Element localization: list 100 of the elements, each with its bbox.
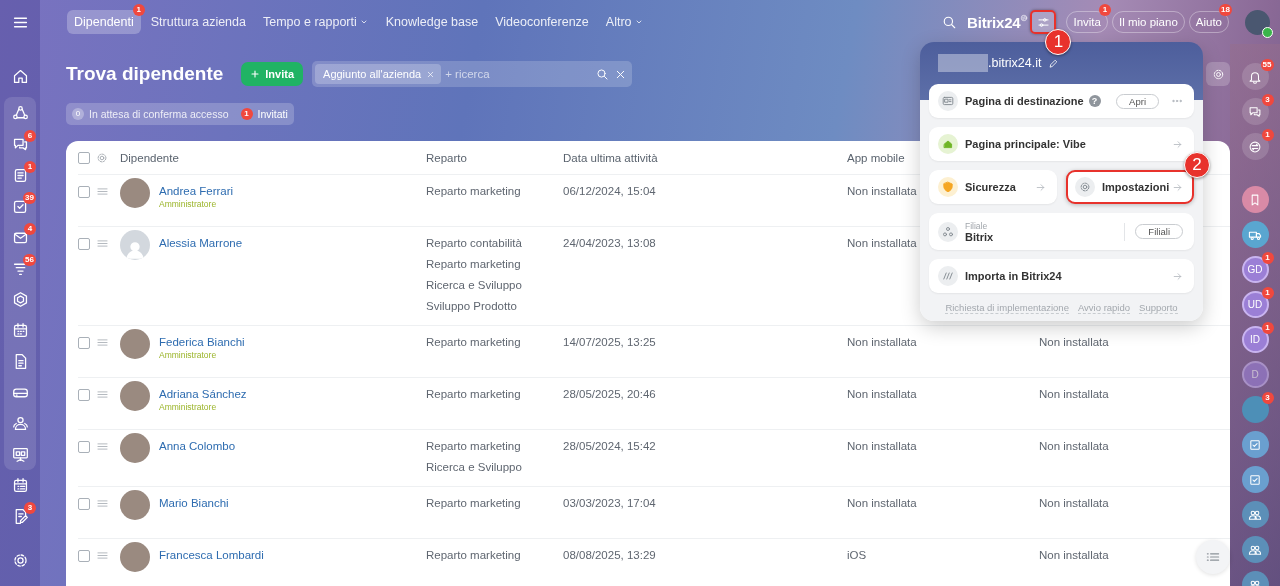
- row-checkbox[interactable]: [78, 498, 90, 510]
- department-text: Reparto contabilità: [426, 236, 522, 251]
- branches-button[interactable]: Filiali: [1135, 224, 1183, 239]
- chat-icon: [1248, 104, 1262, 119]
- column-header[interactable]: Reparto: [426, 151, 563, 164]
- search-icon[interactable]: [596, 67, 610, 81]
- menu-card[interactable]: Sicurezza: [929, 170, 1057, 204]
- employee-name-link[interactable]: Federica Bianchi: [159, 335, 245, 350]
- count-badge: 0: [72, 108, 84, 120]
- search-icon[interactable]: [942, 14, 958, 30]
- footer-link[interactable]: Avvio rapido: [1077, 302, 1131, 314]
- menu-card[interactable]: Pagina di destinazione ? Apri: [929, 84, 1194, 118]
- footer-link[interactable]: Supporto: [1139, 302, 1178, 314]
- settings-button[interactable]: [1206, 62, 1230, 86]
- notification-badge: 6: [24, 130, 36, 142]
- table-cell-text: Non installata: [1039, 335, 1109, 350]
- table-cell-text: Non installata: [847, 387, 917, 402]
- sliders-icon: [1036, 15, 1050, 29]
- chat-button[interactable]: [1241, 221, 1269, 248]
- drag-handle-icon[interactable]: [96, 549, 109, 562]
- chat-button[interactable]: [1241, 133, 1269, 160]
- row-checkbox[interactable]: [78, 550, 90, 562]
- notification-badge: 1: [1261, 322, 1274, 334]
- chat-button[interactable]: [1241, 501, 1269, 528]
- invite-button[interactable]: Invita: [241, 62, 304, 86]
- open-button[interactable]: Apri: [1116, 93, 1159, 109]
- employee-name-link[interactable]: Alessia Marrone: [159, 236, 243, 251]
- brand-logo[interactable]: Bitrix24: [967, 13, 1021, 31]
- drag-handle-icon[interactable]: [96, 388, 109, 401]
- nav-tab[interactable]: Tempo e rapporti: [255, 10, 376, 34]
- table-cell-text: Non installata: [847, 335, 917, 350]
- table-cell-text: iOS: [847, 548, 867, 563]
- select-all-checkbox[interactable]: [78, 151, 90, 164]
- nodes-icon: [938, 221, 958, 242]
- presentation-icon[interactable]: [11, 446, 29, 463]
- table-cell-text: Non installata: [1039, 548, 1109, 563]
- hexagon-icon[interactable]: [11, 291, 29, 308]
- employee-name-link[interactable]: Anna Colombo: [159, 439, 236, 454]
- search-field[interactable]: Aggiunto all'azienda + ricerca: [312, 61, 633, 87]
- calendar-list-icon[interactable]: [11, 477, 29, 494]
- chat-button[interactable]: [1241, 431, 1269, 458]
- pencil-icon[interactable]: [1047, 57, 1059, 69]
- row-checkbox[interactable]: [78, 186, 90, 198]
- table-cell-text: Non installata: [1039, 387, 1109, 402]
- drag-handle-icon[interactable]: [96, 237, 109, 250]
- menu-card[interactable]: Pagina principale: Vibe: [929, 127, 1194, 161]
- filter-chip[interactable]: Aggiunto all'azienda: [315, 64, 442, 84]
- chat-arrows-icon: [1248, 139, 1262, 154]
- employee-name-link[interactable]: Adriana Sánchez: [159, 387, 247, 402]
- drag-handle-icon[interactable]: [96, 185, 109, 198]
- nav-tab[interactable]: Knowledge base: [378, 10, 486, 34]
- chat-button[interactable]: [1241, 536, 1269, 563]
- plus-icon: [250, 69, 261, 79]
- nav-tab[interactable]: Struttura azienda: [143, 10, 253, 34]
- menu-card[interactable]: Filiale Bitrix Filiali: [929, 213, 1194, 250]
- chat-icon[interactable]: [11, 136, 29, 153]
- chat-button[interactable]: [1241, 466, 1269, 493]
- employee-name-link[interactable]: Francesca Lombardi: [159, 548, 264, 563]
- chat-button[interactable]: [1241, 98, 1269, 125]
- department-text: Reparto marketing: [426, 184, 521, 199]
- chat-avatar[interactable]: D: [1241, 361, 1269, 388]
- calendar-icon[interactable]: [11, 322, 29, 339]
- chat-button[interactable]: [1241, 186, 1269, 213]
- notification-badge: 1: [1098, 4, 1111, 16]
- menu-card[interactable]: Importa in Bitrix24: [929, 259, 1194, 293]
- column-header[interactable]: Data ultima attività: [563, 151, 847, 164]
- row-checkbox[interactable]: [78, 337, 90, 349]
- drag-handle-icon[interactable]: [96, 336, 109, 349]
- user-avatar[interactable]: [1245, 9, 1270, 35]
- row-checkbox[interactable]: [78, 441, 90, 453]
- nav-tab[interactable]: Videoconferenze: [488, 10, 596, 34]
- department-text: Ricerca e Sviluppo: [426, 460, 522, 475]
- employee-name-link[interactable]: Andrea Ferrari: [159, 184, 234, 199]
- counter-filter[interactable]: 1 Invitati: [240, 108, 288, 120]
- row-checkbox[interactable]: [78, 389, 90, 401]
- role-label: Amministratore: [159, 402, 217, 413]
- department-text: Sviluppo Prodotto: [426, 299, 517, 314]
- checkbox-icon[interactable]: [11, 198, 29, 215]
- people-icon[interactable]: [11, 415, 29, 432]
- redacted-block: [938, 54, 988, 72]
- counter-filter[interactable]: 0 In attesa di conferma accesso: [72, 108, 229, 120]
- notification-badge: 18: [1219, 4, 1232, 16]
- nav-tab[interactable]: Altro: [598, 10, 651, 34]
- nodes-icon[interactable]: [11, 105, 29, 122]
- drag-handle-icon[interactable]: [96, 440, 109, 453]
- checkbox-icon: [1248, 437, 1262, 452]
- footer-link[interactable]: Richiesta di implementazione: [945, 302, 1069, 314]
- menu-card[interactable]: Impostazioni: [1066, 170, 1194, 204]
- settings-button[interactable]: [1030, 10, 1057, 34]
- notification-badge: 56: [23, 254, 36, 266]
- column-header[interactable]: Dipendente: [120, 151, 426, 164]
- date-text: 24/04/2023, 13:08: [563, 236, 656, 251]
- checkbox-icon: [1248, 472, 1262, 487]
- settings-icon[interactable]: [11, 552, 29, 569]
- callout-number: 1: [1045, 29, 1072, 55]
- help-icon[interactable]: ?: [1088, 95, 1101, 107]
- row-checkbox[interactable]: [78, 238, 90, 250]
- employee-name-link[interactable]: Mario Bianchi: [159, 496, 229, 511]
- home-icon[interactable]: [11, 68, 29, 85]
- drag-handle-icon[interactable]: [96, 497, 109, 510]
